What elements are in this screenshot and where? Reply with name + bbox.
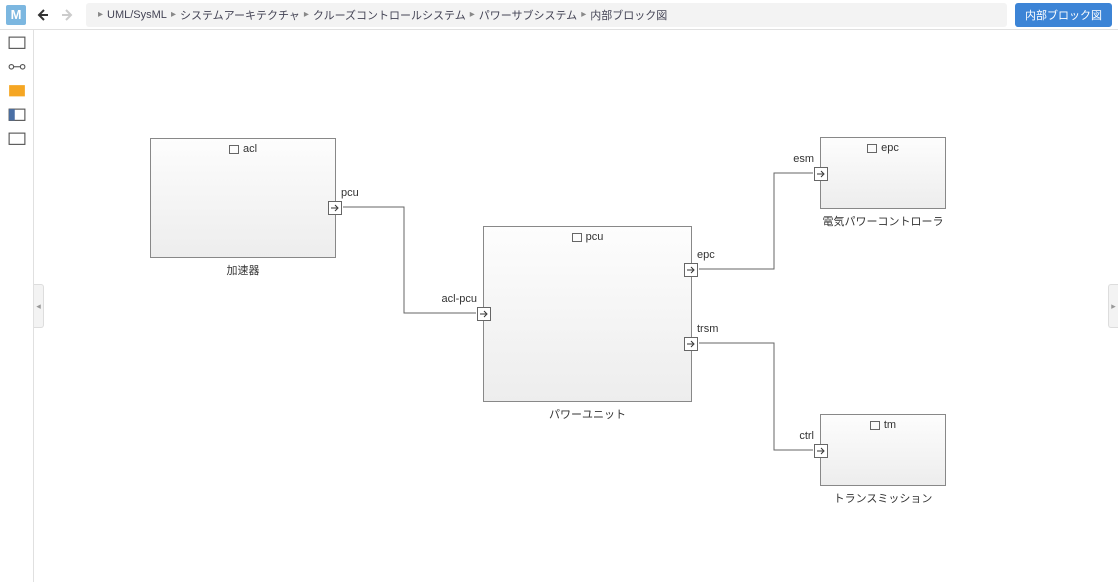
breadcrumb-item[interactable]: パワーサブシステム <box>479 7 577 23</box>
block-name: epc <box>881 142 899 154</box>
block-pcu[interactable]: pcu acl-pcu epc trsm <box>483 226 692 402</box>
port-label: epc <box>697 249 715 261</box>
block-caption-tm: トランスミッション <box>820 490 946 506</box>
block-title: acl <box>151 143 335 155</box>
port-tm-ctrl[interactable] <box>814 444 828 458</box>
port-label: pcu <box>341 187 359 199</box>
block-name: pcu <box>586 231 604 243</box>
block-name: acl <box>243 143 257 155</box>
diagram-canvas[interactable]: acl pcu 加速器 pcu acl-pcu <box>34 30 1118 582</box>
nav-back-button[interactable] <box>32 5 52 25</box>
block-acl[interactable]: acl pcu <box>150 138 336 258</box>
port-epc-esm[interactable] <box>814 167 828 181</box>
breadcrumb-item[interactable]: 内部ブロック図 <box>590 7 667 23</box>
tool-empty-rect-icon[interactable] <box>8 132 26 146</box>
port-pcu-aclpcu[interactable] <box>477 307 491 321</box>
connector-pcu-epc <box>699 173 813 269</box>
block-name: tm <box>884 419 896 431</box>
port-label: trsm <box>697 323 718 335</box>
breadcrumb-item[interactable]: UML/SysML <box>107 9 167 21</box>
topbar-left: M <box>6 5 78 25</box>
block-type-icon <box>870 421 880 430</box>
block-title: epc <box>821 142 945 154</box>
block-tm[interactable]: tm ctrl <box>820 414 946 486</box>
port-acl-pcu[interactable] <box>328 201 342 215</box>
port-label: acl-pcu <box>442 293 477 305</box>
diagram-type-button[interactable]: 内部ブロック図 <box>1015 3 1112 27</box>
port-label: esm <box>793 153 814 165</box>
port-label: ctrl <box>799 430 814 442</box>
breadcrumb-item[interactable]: クルーズコントロールシステム <box>313 7 466 23</box>
block-type-icon <box>867 144 877 153</box>
connector-pcu-tm <box>699 343 813 450</box>
block-title: tm <box>821 419 945 431</box>
block-caption-epc: 電気パワーコントローラ <box>820 213 946 229</box>
block-caption-acl: 加速器 <box>150 262 336 278</box>
block-title: pcu <box>484 231 691 243</box>
tool-note-icon[interactable] <box>8 84 26 98</box>
body: ◂ ▸ acl <box>0 30 1118 582</box>
port-pcu-epc[interactable] <box>684 263 698 277</box>
tool-rect-icon[interactable] <box>8 36 26 50</box>
tool-connector-icon[interactable] <box>8 60 26 74</box>
block-epc[interactable]: epc esm <box>820 137 946 209</box>
block-type-icon <box>229 145 239 154</box>
app-logo[interactable]: M <box>6 5 26 25</box>
block-type-icon <box>572 233 582 242</box>
left-toolbar <box>0 30 34 582</box>
port-pcu-trsm[interactable] <box>684 337 698 351</box>
topbar: M ▸ UML/SysML ▸ システムアーキテクチャ ▸ クルーズコントロール… <box>0 0 1118 30</box>
breadcrumb-item[interactable]: システムアーキテクチャ <box>180 7 300 23</box>
breadcrumb[interactable]: ▸ UML/SysML ▸ システムアーキテクチャ ▸ クルーズコントロールシス… <box>86 3 1007 27</box>
canvas-wrap: ◂ ▸ acl <box>34 30 1118 582</box>
tool-panel-icon[interactable] <box>8 108 26 122</box>
nav-forward-button <box>58 5 78 25</box>
block-caption-pcu: パワーユニット <box>483 406 692 422</box>
